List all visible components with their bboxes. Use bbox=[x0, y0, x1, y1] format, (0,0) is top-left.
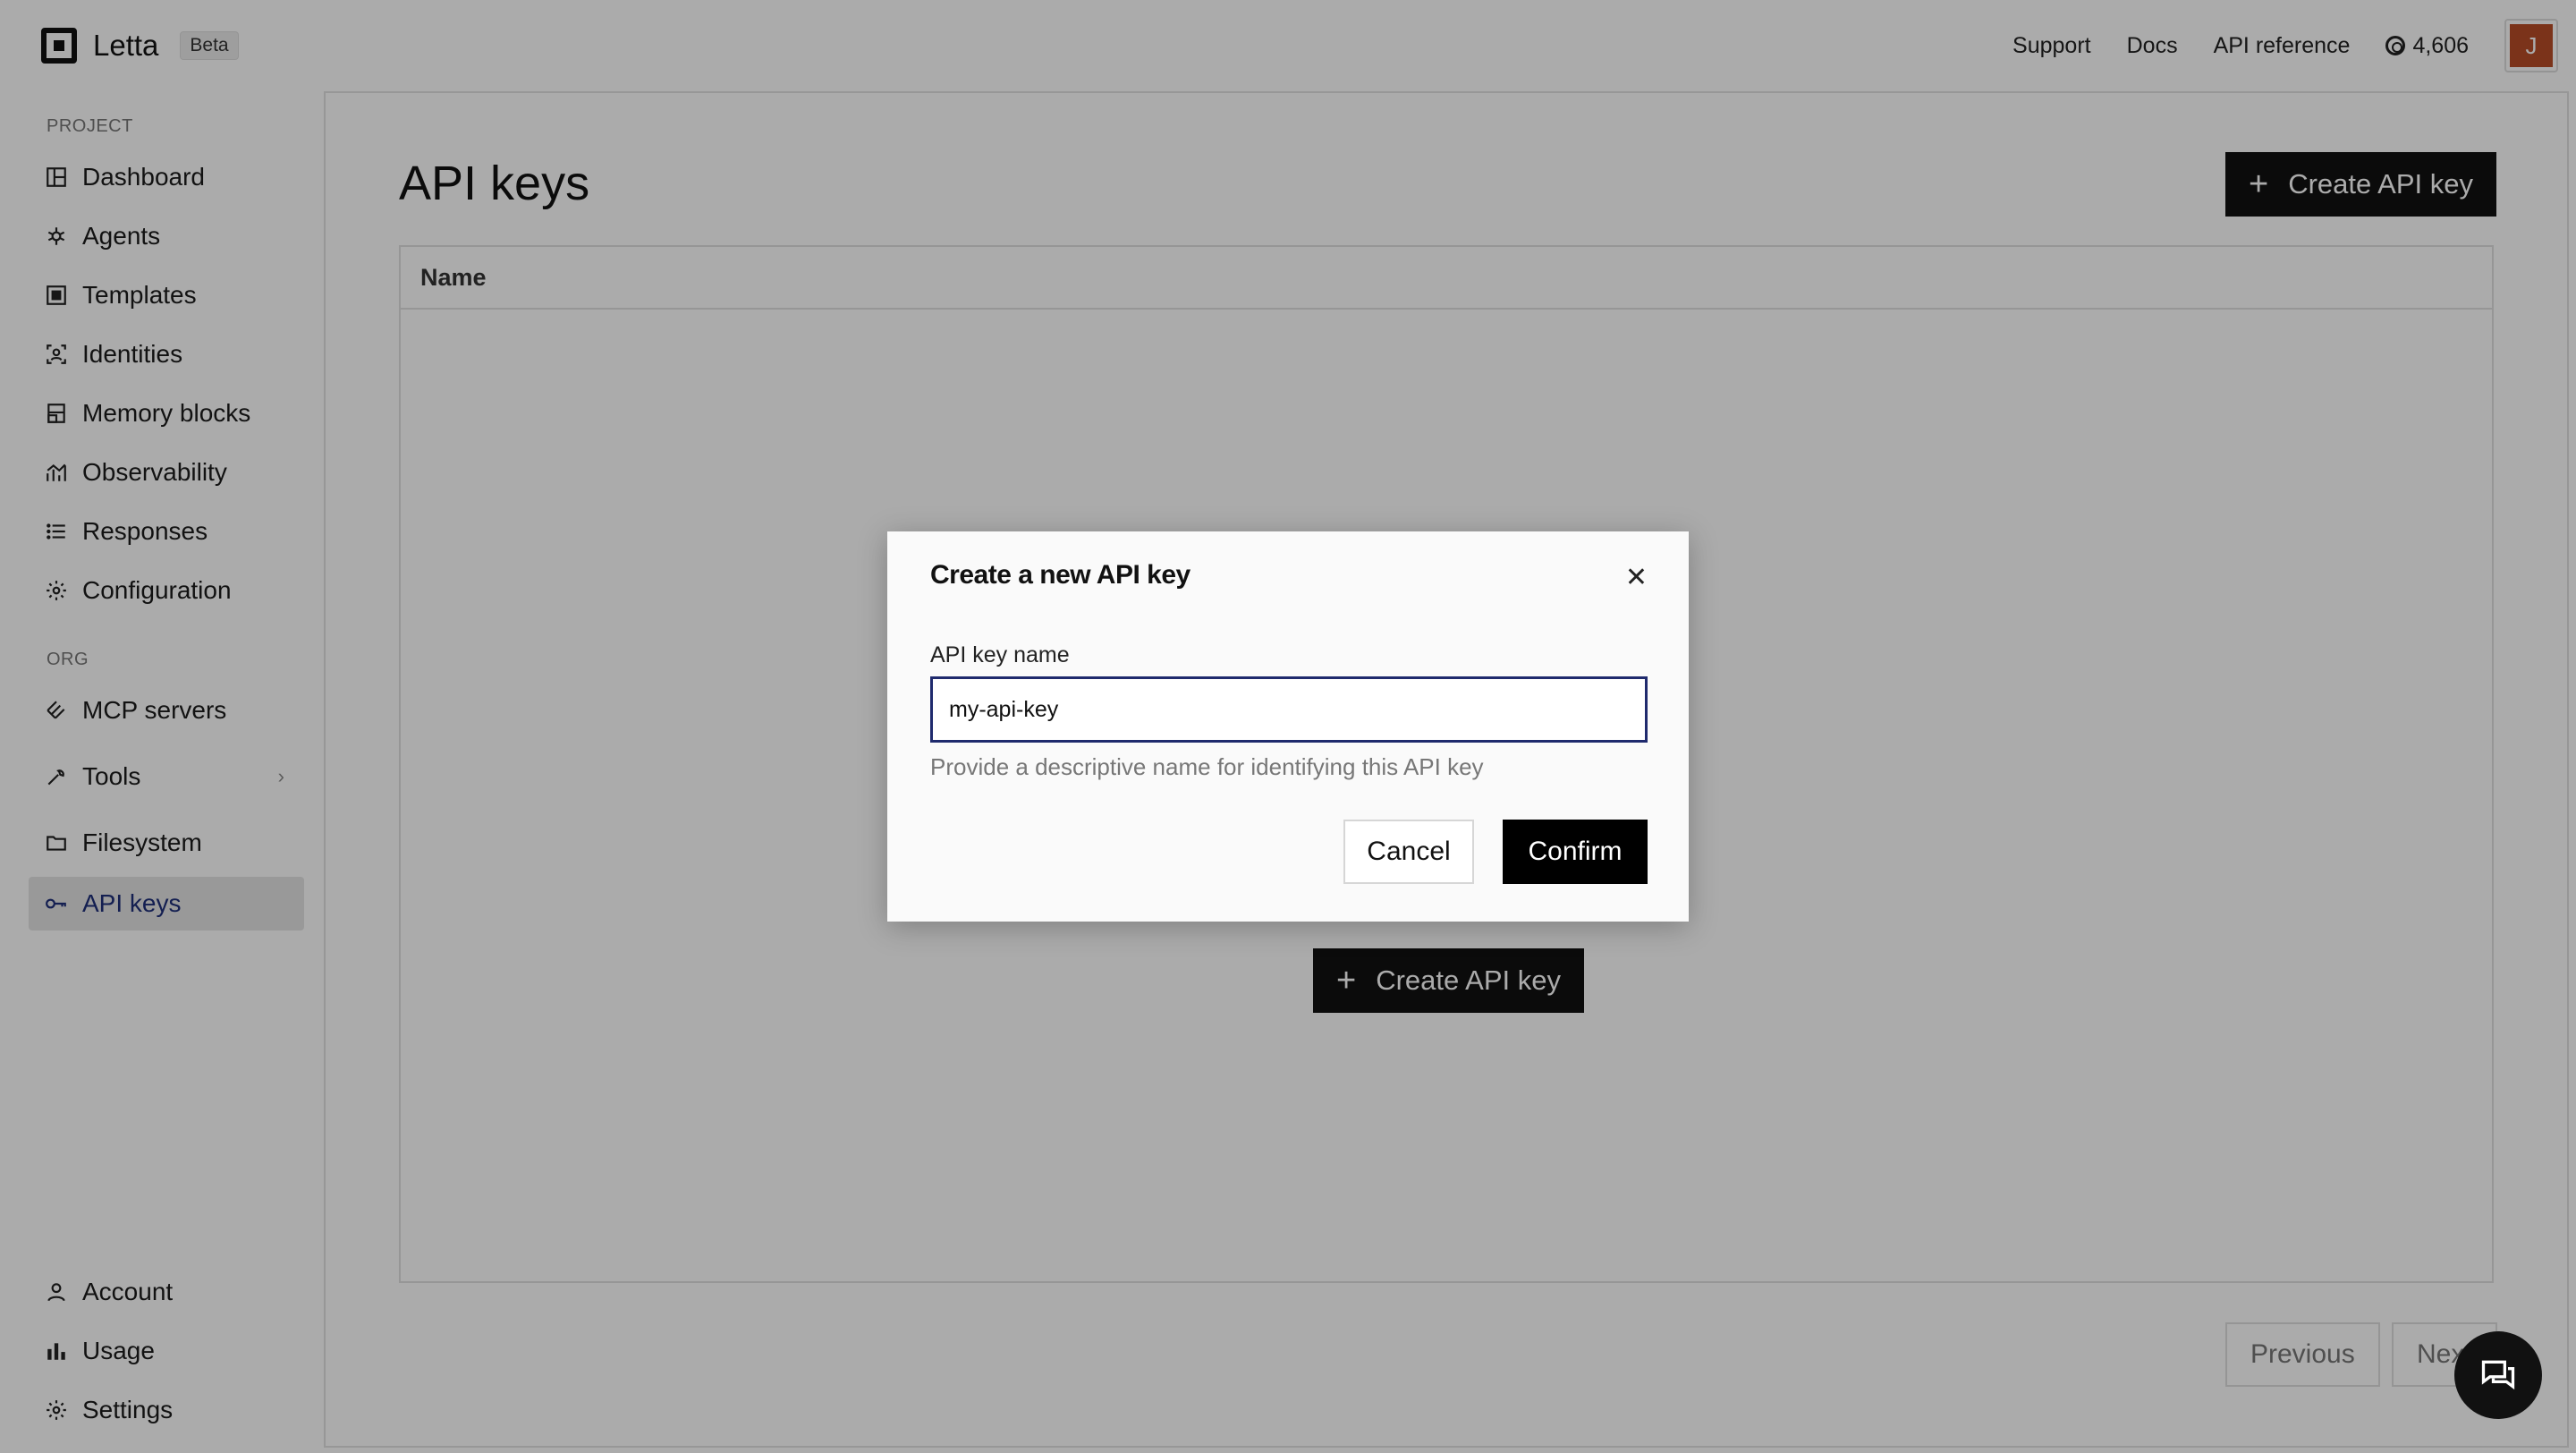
confirm-button[interactable]: Confirm bbox=[1503, 820, 1648, 884]
create-api-key-dialog: Create a new API key ✕ API key name Prov… bbox=[887, 531, 1689, 922]
close-icon[interactable]: ✕ bbox=[1625, 562, 1648, 593]
chat-icon bbox=[2481, 1360, 2515, 1390]
api-key-name-help: Provide a descriptive name for identifyi… bbox=[930, 753, 1484, 780]
api-key-name-input[interactable] bbox=[930, 676, 1648, 743]
cancel-button[interactable]: Cancel bbox=[1343, 820, 1474, 884]
dialog-title: Create a new API key bbox=[930, 560, 1191, 590]
chat-support-button[interactable] bbox=[2454, 1331, 2542, 1419]
api-key-name-label: API key name bbox=[930, 642, 1070, 667]
